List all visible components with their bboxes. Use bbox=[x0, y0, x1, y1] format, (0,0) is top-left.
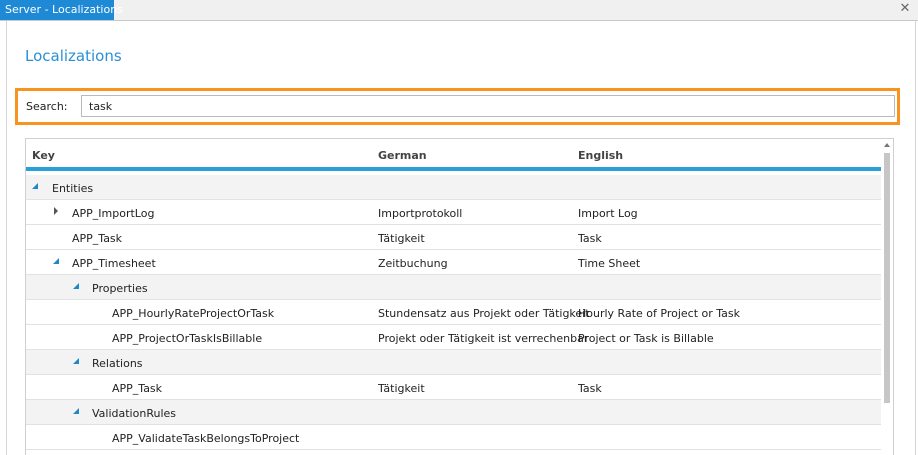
table-row[interactable]: APP_HourlyRateProjectOrTask Stundensatz a… bbox=[26, 300, 882, 325]
english-cell: Task bbox=[578, 232, 602, 245]
group-row[interactable]: Entities bbox=[26, 175, 882, 200]
search-label: Search: bbox=[26, 100, 68, 113]
english-cell: Project or Task is Billable bbox=[578, 332, 714, 345]
column-header-english[interactable]: English bbox=[578, 149, 623, 162]
column-header-key[interactable]: Key bbox=[32, 149, 55, 162]
search-bar: Search: bbox=[15, 88, 900, 125]
key-cell: APP_Task bbox=[112, 382, 163, 395]
key-cell: APP_ImportLog bbox=[72, 207, 155, 220]
close-icon[interactable]: ✕ bbox=[898, 2, 912, 16]
key-cell: APP_Task bbox=[72, 232, 123, 245]
group-row[interactable]: Properties bbox=[26, 275, 882, 300]
english-cell: Hourly Rate of Project or Task bbox=[578, 307, 740, 320]
column-header-german[interactable]: German bbox=[378, 149, 427, 162]
collapse-arrow-icon[interactable] bbox=[31, 181, 41, 191]
key-cell: APP_HourlyRateProjectOrTask bbox=[112, 307, 275, 320]
german-cell: Stundensatz aus Projekt oder Tätigkeit bbox=[378, 307, 590, 320]
german-cell: Projekt oder Tätigkeit ist verrechenbar bbox=[378, 332, 589, 345]
localizations-grid: Key German English Entities APP_ImportLog… bbox=[25, 138, 894, 455]
table-row[interactable]: APP_Timesheet Zeitbuchung Time Sheet bbox=[26, 250, 882, 275]
german-cell: Tätigkeit bbox=[378, 382, 425, 395]
group-row[interactable]: ValidationRules bbox=[26, 400, 882, 425]
table-row[interactable]: APP_Task Tätigkeit Task bbox=[26, 225, 882, 250]
vertical-scrollbar[interactable] bbox=[881, 139, 893, 455]
key-cell: APP_ProjectOrTaskIsBillable bbox=[112, 332, 263, 345]
window-titlebar: Server - Localizations ✕ bbox=[0, 0, 918, 21]
german-cell: Zeitbuchung bbox=[378, 257, 448, 270]
scroll-thumb[interactable] bbox=[884, 153, 890, 403]
window-title: Server - Localizations bbox=[0, 0, 123, 20]
grid-body: Entities APP_ImportLog Importprotokoll Impo… bbox=[26, 175, 882, 450]
table-row[interactable]: APP_Task Tätigkeit Task bbox=[26, 375, 882, 400]
group-row[interactable]: Relations bbox=[26, 350, 882, 375]
key-cell: Relations bbox=[92, 357, 143, 370]
table-row[interactable]: APP_ProjectOrTaskIsBillable Projekt oder … bbox=[26, 325, 882, 350]
grid-header: Key German English bbox=[26, 139, 882, 171]
german-cell: Tätigkeit bbox=[378, 232, 425, 245]
key-cell: APP_Timesheet bbox=[72, 257, 156, 270]
key-cell: Properties bbox=[92, 282, 148, 295]
key-cell: Entities bbox=[52, 182, 94, 195]
english-cell: Task bbox=[578, 382, 602, 395]
key-cell: ValidationRules bbox=[92, 407, 176, 420]
german-cell: Importprotokoll bbox=[378, 207, 463, 220]
english-cell: Import Log bbox=[578, 207, 638, 220]
collapse-arrow-icon[interactable] bbox=[72, 406, 82, 416]
table-row[interactable]: APP_ValidateTaskBelongsToProject bbox=[26, 425, 882, 450]
table-row[interactable]: APP_ImportLog Importprotokoll Import Log bbox=[26, 200, 882, 225]
search-input[interactable] bbox=[81, 95, 895, 117]
scroll-up-icon[interactable] bbox=[884, 143, 890, 147]
collapse-arrow-icon[interactable] bbox=[72, 281, 82, 291]
collapse-arrow-icon[interactable] bbox=[72, 356, 82, 366]
expand-arrow-icon[interactable] bbox=[52, 206, 62, 216]
english-cell: Time Sheet bbox=[578, 257, 641, 270]
page-title: Localizations bbox=[25, 47, 122, 65]
collapse-arrow-icon[interactable] bbox=[52, 256, 62, 266]
key-cell: APP_ValidateTaskBelongsToProject bbox=[112, 432, 300, 445]
